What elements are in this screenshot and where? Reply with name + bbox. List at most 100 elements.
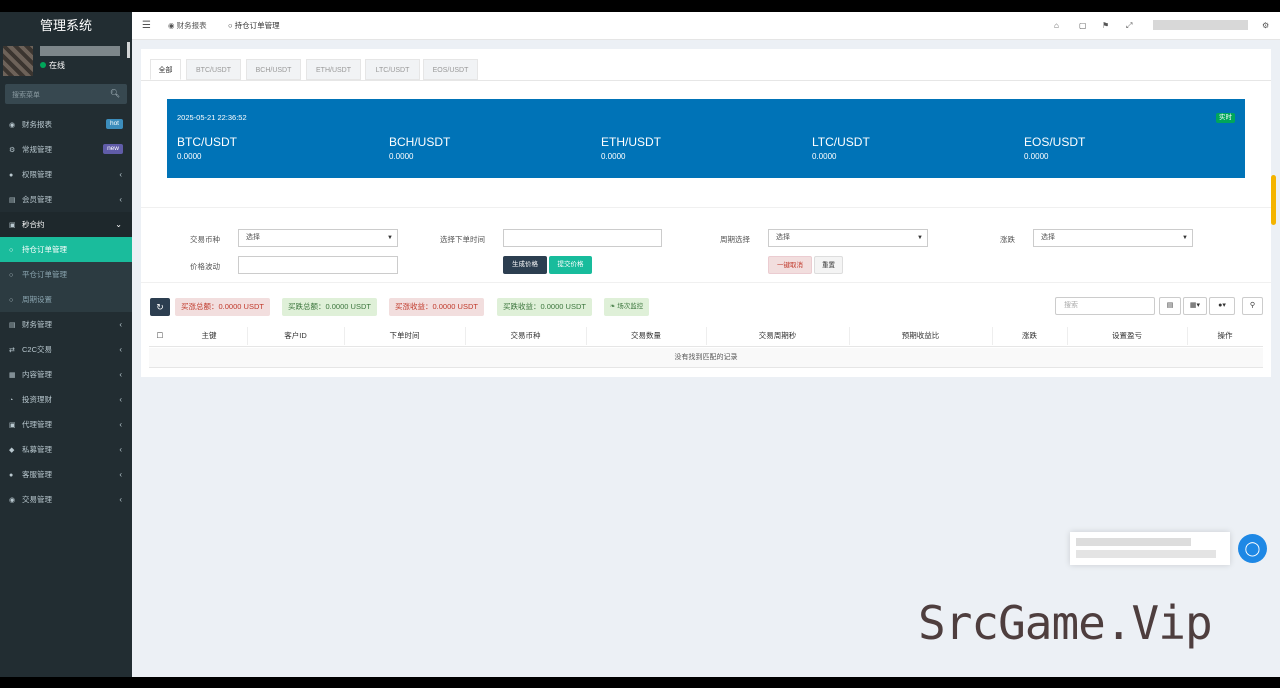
search-button-icon[interactable]: ⚲ — [1242, 297, 1263, 315]
sidebar-item-label: 持仓订单管理 — [22, 245, 67, 254]
chevron-left-icon: ‹ — [119, 170, 122, 179]
circle-icon: ○ — [9, 247, 14, 254]
updown-select[interactable]: 选择 ▼ — [1033, 229, 1193, 247]
select-all-checkbox[interactable]: ☐ — [149, 325, 171, 347]
page-scrollbar[interactable] — [1271, 175, 1276, 225]
order-time-input[interactable] — [503, 229, 662, 247]
tab-all[interactable]: 全部 — [150, 59, 181, 80]
toggle-view-icon[interactable]: ▤ — [1159, 297, 1181, 315]
sidebar-scrollbar[interactable] — [127, 42, 130, 58]
table-search-input[interactable]: 搜索 — [1055, 297, 1155, 315]
pair-value: 0.0000 — [601, 152, 626, 161]
sidebar-item-finance-report[interactable]: ◉ 财务报表 hot — [0, 112, 132, 137]
sidebar-item-customer-service[interactable]: ● 客服管理 ‹ — [0, 462, 132, 487]
col-updown[interactable]: 涨跌 — [992, 325, 1067, 347]
sidebar-item-open-orders[interactable]: ○ 持仓订单管理 — [0, 237, 132, 262]
trash-icon[interactable]: ▢ — [1079, 12, 1087, 40]
sidebar-item-label: 平仓订单管理 — [22, 270, 67, 279]
col-quantity[interactable]: 交易数量 — [586, 325, 706, 347]
tab-ltc[interactable]: LTC/USDT — [365, 59, 420, 80]
cancel-all-button[interactable]: 一键取消 — [768, 256, 812, 274]
form-divider — [141, 207, 1271, 208]
chevron-left-icon: ‹ — [119, 495, 122, 504]
home-icon[interactable]: ⌂ — [1054, 12, 1059, 40]
col-set-profit[interactable]: 设置盈亏 — [1067, 325, 1187, 347]
gears-icon[interactable]: ⚙ — [1262, 12, 1269, 40]
sidebar-item-second-contract[interactable]: ▣ 秒合约 ⌄ — [0, 212, 132, 237]
chevron-left-icon: ‹ — [119, 470, 122, 479]
admin-user-blurred[interactable] — [1153, 20, 1248, 30]
updown-label: 涨跌 — [1000, 235, 1015, 244]
col-actions[interactable]: 操作 — [1187, 325, 1263, 347]
avatar — [3, 46, 33, 76]
order-time-label: 选择下单时间 — [440, 235, 485, 244]
sidebar-item-permissions[interactable]: ● 权限管理 ‹ — [0, 162, 132, 187]
tab-label: 持仓订单管理 — [234, 21, 280, 30]
tab-bch[interactable]: BCH/USDT — [246, 59, 301, 80]
col-period[interactable]: 交易周期秒 — [706, 325, 849, 347]
blurred-line — [1076, 550, 1216, 558]
col-id[interactable]: 主键 — [171, 325, 247, 347]
col-coin[interactable]: 交易币种 — [465, 325, 586, 347]
sidebar-item-agents[interactable]: ▣ 代理管理 ‹ — [0, 412, 132, 437]
tab-eos[interactable]: EOS/USDT — [423, 59, 478, 80]
fullscreen-icon[interactable]: ⤢ — [1126, 12, 1132, 40]
sidebar-item-closed-orders[interactable]: ○ 平仓订单管理 — [0, 262, 132, 287]
sidebar-item-finance[interactable]: ▤ 财务管理 ‹ — [0, 312, 132, 337]
sidebar-item-members[interactable]: ▤ 会员管理 ‹ — [0, 187, 132, 212]
refresh-icon[interactable]: ↻ — [150, 298, 170, 316]
generate-price-button[interactable]: 生成价格 — [503, 256, 547, 274]
sidebar-item-c2c[interactable]: ⇄ C2C交易 ‹ — [0, 337, 132, 362]
empty-message: 没有找到匹配的记录 — [149, 348, 1263, 368]
col-customer-id[interactable]: 客户ID — [247, 325, 344, 347]
menu-search-input[interactable]: 搜索菜单 🔍︎ — [5, 84, 127, 104]
pair-name: BTC/USDT — [177, 135, 237, 149]
sidebar-item-content[interactable]: ▦ 内容管理 ‹ — [0, 362, 132, 387]
col-order-time[interactable]: 下单时间 — [344, 325, 465, 347]
sidebar-item-trading[interactable]: ◉ 交易管理 ‹ — [0, 487, 132, 512]
pie-icon: ◔ — [9, 397, 14, 404]
sidebar-item-general[interactable]: ⚙ 常规管理 new — [0, 137, 132, 162]
buy-down-profit: 买跌收益：0.0000 USDT — [497, 298, 592, 316]
notification-popup-blurred[interactable] — [1070, 532, 1230, 565]
submit-price-button[interactable]: 提交价格 — [549, 256, 592, 274]
hamburger-icon[interactable]: ☰ — [142, 12, 151, 40]
pair-value: 0.0000 — [1024, 152, 1049, 161]
app-title: 管理系统 — [0, 12, 132, 40]
sidebar-item-period-settings[interactable]: ○ 周期设置 — [0, 287, 132, 312]
buy-down-total: 买跌总额：0.0000 USDT — [282, 298, 377, 316]
new-badge: new — [103, 144, 123, 154]
file-icon: ▦ — [9, 372, 16, 379]
chevron-left-icon: ‹ — [119, 395, 122, 404]
ticker-ltc: LTC/USDT 0.0000 — [812, 135, 870, 161]
chevron-left-icon: ‹ — [119, 320, 122, 329]
coin-select[interactable]: 选择 ▼ — [238, 229, 398, 247]
period-select[interactable]: 选择 ▼ — [768, 229, 928, 247]
tab-open-orders[interactable]: ○ 持仓订单管理 — [228, 12, 280, 40]
col-expected-return[interactable]: 预期收益比 — [849, 325, 992, 347]
sidebar-item-label: 内容管理 — [22, 370, 52, 379]
sidebar: 管理系统 在线 搜索菜单 🔍︎ ◉ 财务报表 hot ⚙ 常规管理 new ● 权限管… — [0, 12, 132, 677]
sidebar-item-label: 常规管理 — [22, 145, 52, 154]
export-dropdown-icon[interactable]: ●▾ — [1209, 297, 1235, 315]
sidebar-item-investment[interactable]: ◔ 投资理财 ‹ — [0, 387, 132, 412]
volatility-input[interactable] — [238, 256, 398, 274]
calendar-icon: ▣ — [9, 222, 16, 229]
reset-button[interactable]: 重置 — [814, 256, 843, 274]
chat-icon[interactable]: ◯ — [1238, 534, 1267, 563]
sidebar-item-label: 权限管理 — [22, 170, 52, 179]
search-icon[interactable]: 🔍︎ — [110, 89, 120, 98]
list-icon: ▤ — [9, 322, 16, 329]
columns-dropdown-icon[interactable]: ▦▾ — [1183, 297, 1207, 315]
tab-divider — [141, 80, 1271, 81]
tab-finance-report[interactable]: ◉ 财务报表 — [168, 12, 207, 40]
chevron-left-icon: ‹ — [119, 445, 122, 454]
monitor-button[interactable]: ❧ 场次监控 — [604, 298, 650, 316]
chevron-left-icon: ‹ — [119, 420, 122, 429]
sidebar-item-private-equity[interactable]: ◆ 私募管理 ‹ — [0, 437, 132, 462]
sidebar-item-label: 交易管理 — [22, 495, 52, 504]
translate-icon[interactable]: ⚑ — [1102, 12, 1109, 40]
tab-eth[interactable]: ETH/USDT — [306, 59, 361, 80]
tab-btc[interactable]: BTC/USDT — [186, 59, 241, 80]
pair-value: 0.0000 — [177, 152, 202, 161]
